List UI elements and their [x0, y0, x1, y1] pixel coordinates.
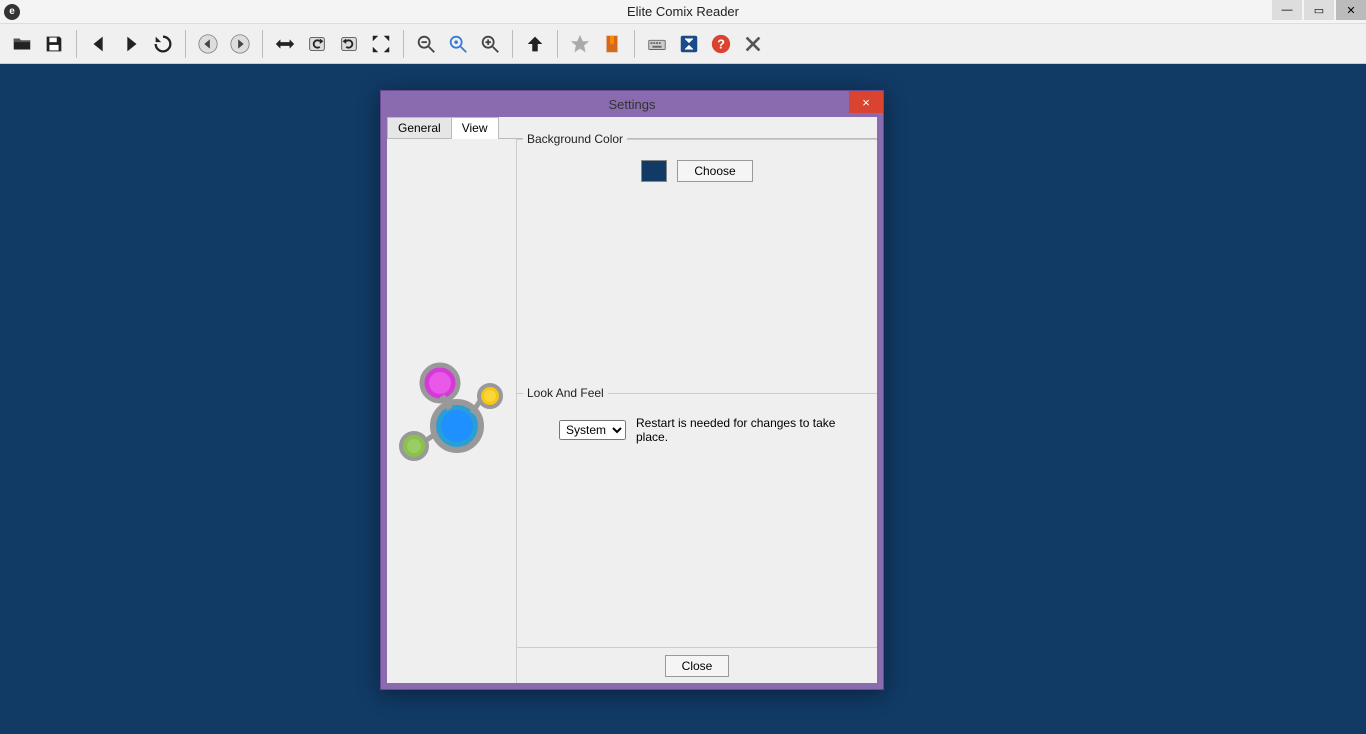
save-icon[interactable] — [40, 30, 68, 58]
reload-icon[interactable] — [149, 30, 177, 58]
zoom-reset-icon[interactable] — [444, 30, 472, 58]
help-icon[interactable]: ? — [707, 30, 735, 58]
dialog-tabs: General View — [387, 117, 877, 139]
bookmark-icon[interactable] — [598, 30, 626, 58]
maximize-button[interactable]: ▭ — [1304, 0, 1334, 20]
window-titlebar: e Elite Comix Reader — ▭ ✕ — [0, 0, 1366, 24]
window-controls: — ▭ ✕ — [1270, 0, 1366, 23]
svg-text:?: ? — [717, 36, 725, 51]
app-icon: e — [4, 4, 20, 20]
minimize-button[interactable]: — — [1272, 0, 1302, 20]
exit-icon[interactable] — [739, 30, 767, 58]
tab-view[interactable]: View — [451, 117, 499, 138]
favorite-icon[interactable] — [566, 30, 594, 58]
dialog-footer: Close — [517, 647, 877, 683]
tab-content-view: Background Color Choose Look And Feel Sy… — [387, 139, 877, 683]
bg-color-swatch — [641, 160, 667, 182]
prev-page-icon[interactable] — [85, 30, 113, 58]
look-legend: Look And Feel — [523, 386, 608, 400]
app-title: Elite Comix Reader — [627, 4, 739, 19]
tab-general[interactable]: General — [387, 117, 452, 138]
main-toolbar: ? — [0, 24, 1366, 64]
keyboard-icon[interactable] — [643, 30, 671, 58]
first-page-icon[interactable] — [194, 30, 222, 58]
look-and-feel-group: Look And Feel System Restart is needed f… — [517, 393, 877, 647]
close-button[interactable]: Close — [665, 655, 730, 677]
fullscreen-icon[interactable] — [367, 30, 395, 58]
background-color-group: Background Color Choose — [517, 139, 877, 393]
settings-illustration — [387, 139, 517, 683]
close-window-button[interactable]: ✕ — [1336, 0, 1366, 20]
dialog-title-text: Settings — [609, 97, 656, 112]
up-icon[interactable] — [521, 30, 549, 58]
settings-icon[interactable] — [675, 30, 703, 58]
fit-width-icon[interactable] — [271, 30, 299, 58]
rotate-left-icon[interactable] — [303, 30, 331, 58]
look-and-feel-select[interactable]: System — [559, 420, 626, 440]
dialog-body: General View — [387, 117, 877, 683]
next-page-icon[interactable] — [117, 30, 145, 58]
choose-color-button[interactable]: Choose — [677, 160, 752, 182]
last-page-icon[interactable] — [226, 30, 254, 58]
settings-dialog: Settings × General View — [380, 90, 884, 690]
open-icon[interactable] — [8, 30, 36, 58]
rotate-right-icon[interactable] — [335, 30, 363, 58]
zoom-in-icon[interactable] — [476, 30, 504, 58]
zoom-out-icon[interactable] — [412, 30, 440, 58]
bg-color-legend: Background Color — [523, 132, 627, 146]
restart-hint: Restart is needed for changes to take pl… — [636, 416, 865, 444]
settings-right-panel: Background Color Choose Look And Feel Sy… — [517, 139, 877, 683]
dialog-close-button[interactable]: × — [849, 91, 883, 113]
dialog-titlebar: Settings × — [381, 91, 883, 117]
